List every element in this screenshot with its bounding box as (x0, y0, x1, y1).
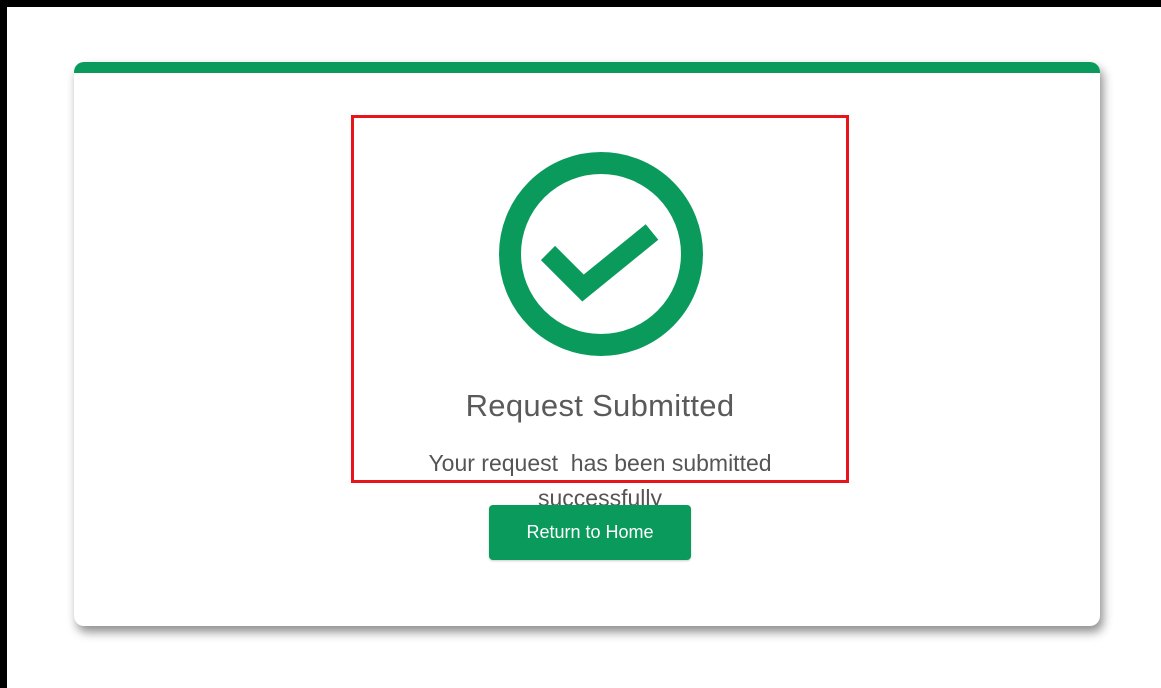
card-accent-bar (74, 62, 1100, 73)
page-background: Request Submitted Your request has been … (7, 7, 1161, 688)
check-circle-icon (499, 152, 703, 356)
confirmation-title: Request Submitted (465, 388, 735, 423)
return-home-button[interactable]: Return to Home (489, 505, 691, 560)
highlight-box: Request Submitted Your request has been … (351, 115, 849, 511)
check-mark (540, 224, 659, 302)
check-circle-ring (499, 152, 703, 356)
confirmation-card: Request Submitted Your request has been … (74, 62, 1100, 626)
